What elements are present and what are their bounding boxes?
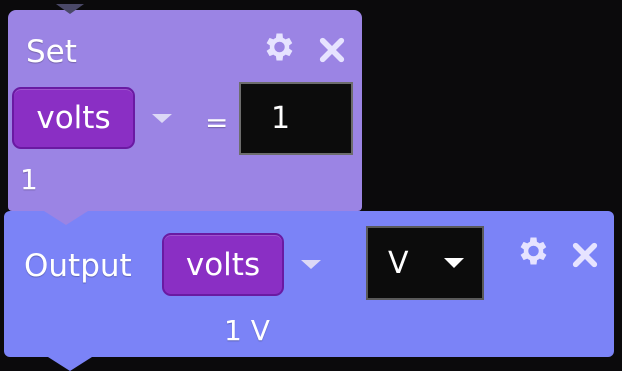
chevron-down-icon [444,258,464,268]
close-icon[interactable] [569,239,601,271]
output-block-title: Output [24,248,132,284]
block-connector-bottom [44,211,88,225]
set-block-title: Set [26,34,77,70]
chevron-down-icon[interactable] [301,260,321,269]
value-input[interactable]: 1 [239,82,353,155]
gear-icon[interactable] [514,233,550,269]
variable-dropdown[interactable]: volts [162,233,284,296]
block-connector-bottom [48,357,92,371]
gear-icon[interactable] [260,29,296,65]
output-block[interactable]: Output volts V 1 V [4,211,614,371]
unit-dropdown[interactable]: V [366,226,484,300]
chevron-down-icon[interactable] [152,114,172,123]
set-result-value: 1 [20,163,38,196]
equals-operator: = [205,106,229,139]
variable-label: volts [36,100,111,136]
output-result-value: 1 V [224,314,270,347]
value-input-text: 1 [271,101,291,136]
variable-dropdown[interactable]: volts [12,87,135,149]
close-icon[interactable] [316,34,348,66]
block-connector-top [56,4,84,14]
unit-label: V [388,245,409,281]
set-block[interactable]: Set volts = 1 1 [8,4,362,225]
variable-label: volts [185,246,261,283]
